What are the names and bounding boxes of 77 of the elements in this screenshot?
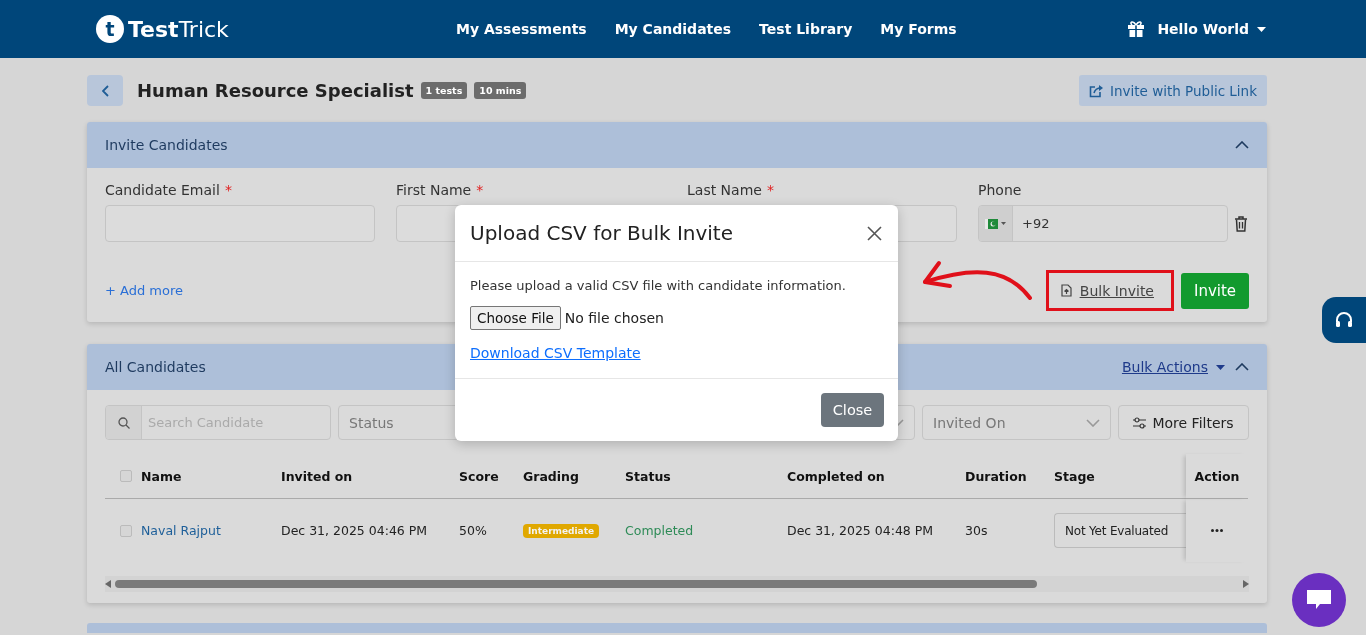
chevron-left-icon: [101, 84, 109, 97]
close-button[interactable]: Close: [821, 393, 884, 427]
field-label: Candidate Email: [105, 182, 220, 198]
column-header: Completed on: [787, 468, 885, 484]
column-header: Grading: [523, 468, 579, 484]
page-title: Human Resource Specialist: [137, 80, 414, 101]
nav-link[interactable]: My Candidates: [614, 21, 732, 37]
bulk-actions-menu[interactable]: Bulk Actions: [1121, 359, 1225, 375]
public-link-button[interactable]: Invite with Public Link: [1079, 75, 1267, 106]
caret-icon: [1216, 364, 1225, 370]
logo-text: TestTrick: [128, 16, 229, 42]
input-field[interactable]: [105, 205, 375, 242]
dialog-message: Please upload a valid CSV file with candidate information.: [470, 278, 847, 293]
grading-badge: Intermediate: [523, 523, 600, 538]
chat-icon: [1306, 589, 1332, 611]
required-mark: *: [766, 182, 774, 198]
headset-icon: [1335, 311, 1353, 329]
nav-link[interactable]: Test Library: [759, 21, 853, 37]
logo-mark: t: [96, 15, 124, 43]
scroll-right-icon[interactable]: [1243, 580, 1249, 588]
file-upload-icon: [1060, 284, 1072, 297]
gift-icon[interactable]: [1127, 20, 1146, 38]
nav-link[interactable]: My Assessments: [456, 21, 587, 37]
choose-file-button[interactable]: Choose File: [470, 306, 561, 330]
field-label: Phone: [978, 182, 1022, 198]
info-badge: 1 tests: [420, 82, 468, 99]
dialog-title: Upload CSV for Bulk Invite: [470, 221, 733, 245]
chevron-up-icon[interactable]: [1235, 141, 1249, 149]
nav-link[interactable]: My Forms: [880, 21, 957, 37]
field-label: Last Name: [687, 182, 762, 198]
user-menu[interactable]: Hello World: [1157, 21, 1266, 37]
back-button[interactable]: [87, 75, 123, 106]
trash-icon[interactable]: [1234, 215, 1248, 232]
close-icon: [867, 225, 882, 241]
chat-button[interactable]: [1292, 573, 1346, 627]
scroll-left-icon[interactable]: [105, 580, 111, 588]
info-badge: 10 mins: [474, 82, 527, 99]
row-checkbox[interactable]: [120, 524, 132, 537]
caret-icon: [1257, 26, 1266, 32]
sliders-icon: [1133, 416, 1147, 429]
user-name: Hello World: [1157, 21, 1249, 37]
status-text: Completed: [625, 523, 694, 538]
support-button[interactable]: [1322, 297, 1366, 343]
column-header: Action: [1194, 468, 1240, 484]
column-header: Name: [141, 468, 182, 484]
column-header: Stage: [1054, 468, 1095, 484]
bulk-invite-button[interactable]: Bulk Invite: [1045, 270, 1174, 311]
flag-dropdown-icon[interactable]: [984, 218, 1007, 229]
chevron-down-icon[interactable]: [1086, 418, 1100, 427]
more-icon[interactable]: [1211, 529, 1223, 532]
file-status: No file chosen: [564, 310, 664, 326]
panel-title: Invite Candidates: [105, 137, 228, 153]
phone-field[interactable]: +92: [978, 205, 1228, 242]
horizontal-scrollbar[interactable]: [105, 576, 1249, 592]
stage-select[interactable]: Not Yet Evaluated: [1054, 513, 1186, 548]
add-more-link[interactable]: + Add more: [105, 283, 183, 298]
invite-button[interactable]: Invite: [1181, 272, 1249, 309]
candidate-name-link[interactable]: Naval Rajput: [141, 523, 221, 538]
download-template-link[interactable]: Download CSV Template: [470, 345, 641, 361]
share-icon: [1089, 83, 1104, 98]
more-filters-button[interactable]: More Filters: [1118, 405, 1249, 440]
required-mark: *: [224, 182, 232, 198]
table-cell: Dec 31, 2025 04:48 PM: [787, 523, 934, 538]
close-button[interactable]: [865, 223, 884, 243]
table-cell: Dec 31, 2025 04:46 PM: [281, 523, 428, 538]
chevron-up-icon[interactable]: [1235, 363, 1249, 371]
column-header: Duration: [965, 468, 1027, 484]
required-mark: *: [476, 182, 484, 198]
table-cell: 30s: [965, 523, 988, 538]
column-header: Status: [625, 468, 671, 484]
table-cell: 50%: [459, 523, 487, 538]
panel-title: All Candidates: [105, 359, 206, 375]
search-icon: [117, 416, 130, 429]
select-all-checkbox[interactable]: [120, 470, 132, 482]
column-header: Score: [459, 468, 499, 484]
field-label: First Name: [396, 182, 472, 198]
column-header: Invited on: [281, 468, 353, 484]
